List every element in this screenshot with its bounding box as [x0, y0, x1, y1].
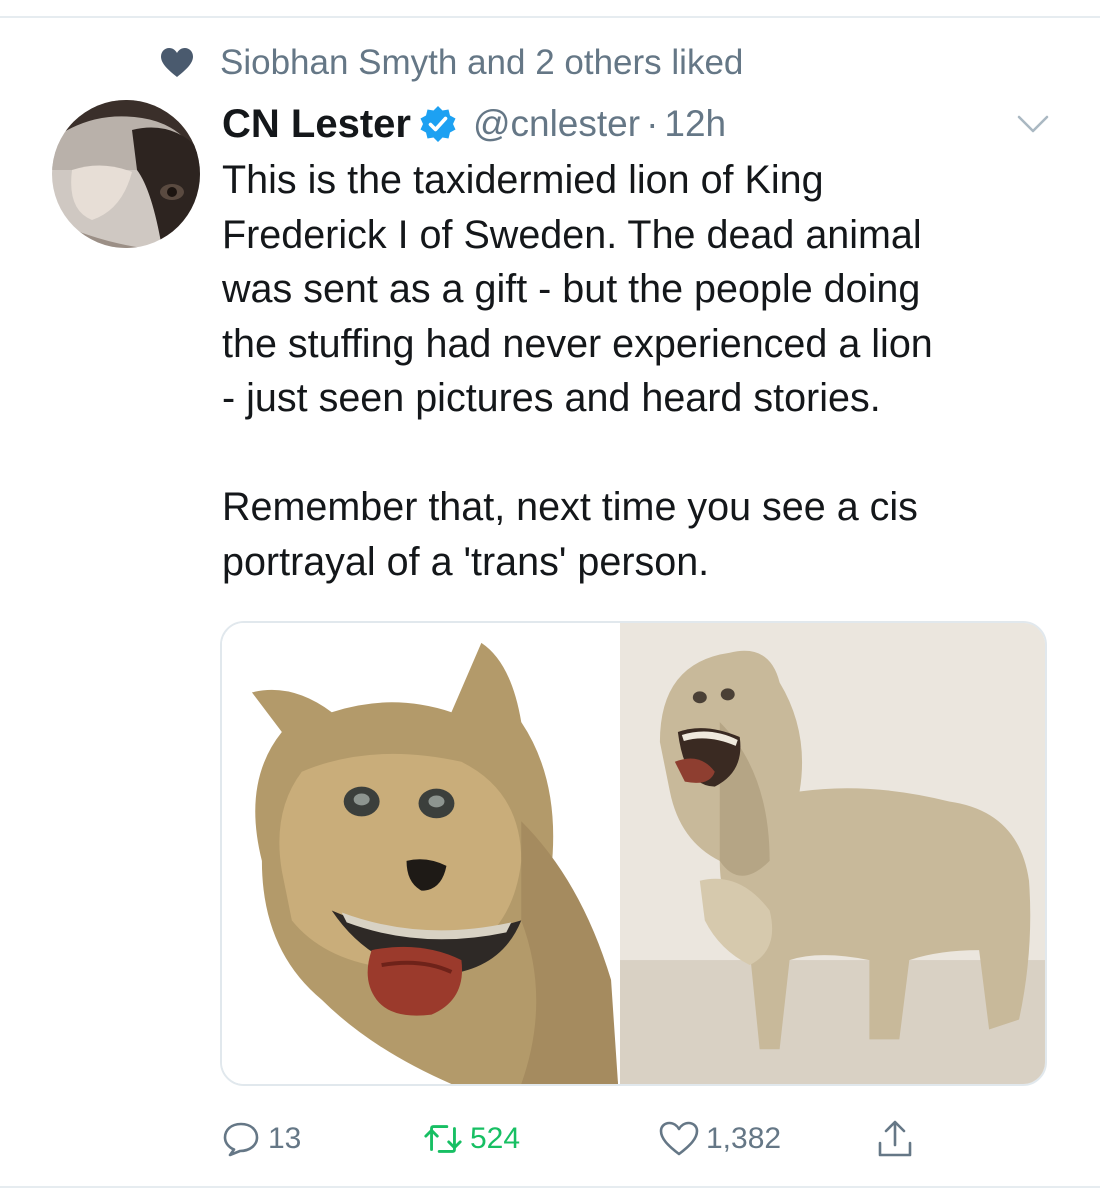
tweet-text-line: portrayal of a 'trans' person.	[222, 539, 710, 584]
tweet-text-line: Remember that, next time you see a cis	[222, 485, 918, 529]
lion-head-photo[interactable]	[222, 623, 619, 1084]
avatar[interactable]	[52, 100, 200, 248]
share-button[interactable]	[874, 1116, 916, 1162]
tweet-text-line: - just seen pictures and heard stories.	[222, 376, 881, 420]
lion-full-body-photo[interactable]	[620, 623, 1045, 1084]
reply-icon	[220, 1118, 262, 1160]
tweet-text-line: Frederick I of Sweden. The dead animal	[222, 212, 922, 257]
social-context-text: Siobhan Smyth and 2 others liked	[220, 43, 744, 82]
tweet-header: CN Lester @cnlester · 12h	[222, 98, 726, 150]
tweet-timestamp[interactable]: 12h	[664, 103, 726, 145]
author-name[interactable]: CN Lester	[222, 102, 411, 147]
reply-count: 13	[268, 1122, 302, 1155]
like-count: 1,382	[706, 1122, 782, 1155]
bottom-divider	[0, 1186, 1100, 1188]
reply-button[interactable]: 13	[220, 1116, 301, 1162]
tweet-text-line: the stuffing had never experienced a lio…	[222, 321, 933, 366]
tweet-actions: 13 524 1,382	[220, 1116, 940, 1162]
top-divider	[0, 16, 1100, 18]
verified-badge-icon	[419, 105, 457, 143]
tweet-text-line: was sent as a gift - but the people doin…	[222, 267, 921, 311]
social-context[interactable]: Siobhan Smyth and 2 others liked	[160, 40, 743, 86]
media-grid	[220, 621, 1047, 1086]
chevron-down-icon[interactable]	[1016, 112, 1050, 136]
tweet-text-line: This is the taxidermied lion of King	[222, 158, 824, 202]
heart-outline-icon	[658, 1118, 700, 1160]
author-handle[interactable]: @cnlester	[473, 103, 640, 145]
retweet-button[interactable]: 524	[422, 1116, 520, 1162]
retweet-icon	[422, 1118, 464, 1160]
tweet-text: This is the taxidermied lion of King Fre…	[222, 153, 1062, 589]
separator-dot: ·	[646, 103, 659, 144]
retweet-count: 524	[470, 1122, 521, 1155]
share-icon	[874, 1118, 916, 1160]
heart-icon	[160, 46, 194, 80]
like-button[interactable]: 1,382	[658, 1116, 781, 1162]
